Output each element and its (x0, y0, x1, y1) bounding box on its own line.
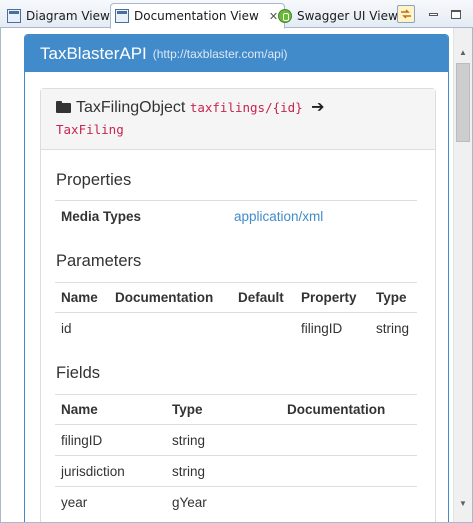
tab-documentation-view[interactable]: Documentation View ✕ (110, 3, 286, 29)
table-row: id filingID string (55, 312, 417, 344)
resource-name: TaxFilingObject (76, 99, 186, 116)
scroll-up-icon[interactable]: ▲ (454, 44, 472, 61)
table-row: filingID string (55, 424, 417, 456)
table-cell (281, 424, 417, 456)
folder-icon (56, 101, 71, 113)
table-cell: id (55, 312, 109, 344)
media-type-link[interactable]: application/xml (234, 209, 323, 224)
tab-label: Documentation View (134, 9, 259, 23)
column-header: Type (166, 394, 281, 425)
table-cell: year (55, 486, 166, 518)
maximize-icon (451, 9, 461, 19)
tab-diagram-view[interactable]: Diagram View (3, 3, 110, 28)
api-panel-heading: TaxBlasterAPI (http://taxblaster.com/api… (25, 35, 448, 72)
tab-swagger-ui-view[interactable]: Swagger UI View (274, 3, 398, 28)
table-row: jurisdiction string (55, 455, 417, 487)
table-cell: string (166, 424, 281, 456)
link-with-editor-button[interactable] (397, 5, 415, 23)
table-cell: gYear (166, 486, 281, 518)
resource-path: taxfilings/{id} (189, 100, 303, 115)
properties-table: Media Types application/xml (55, 200, 417, 232)
column-header: Documentation (109, 282, 232, 313)
column-header: Type (370, 282, 417, 313)
table-cell (232, 312, 295, 344)
scroll-thumb[interactable] (456, 63, 470, 142)
column-header: Documentation (281, 394, 417, 425)
fields-heading: Fields (56, 364, 101, 382)
resource-type: TaxFiling (56, 122, 124, 137)
vertical-scrollbar[interactable]: ▲ ▼ (453, 28, 472, 522)
arrow-right-icon: ➔ (311, 99, 325, 116)
minimize-button[interactable] (424, 5, 442, 23)
tab-label: Swagger UI View (297, 8, 398, 23)
column-header: Name (55, 282, 109, 313)
diagram-view-icon (7, 8, 21, 23)
table-cell: filingID (295, 312, 370, 344)
resource-panel: TaxFilingObject taxfilings/{id} ➔ TaxFil… (40, 88, 436, 522)
column-header: Name (55, 394, 166, 425)
table-cell (281, 486, 417, 518)
table-row: Media Types application/xml (55, 200, 417, 232)
parameters-heading: Parameters (56, 252, 142, 270)
editor-tab-bar: Diagram View Documentation View ✕ Swagge… (0, 0, 473, 29)
table-cell (281, 455, 417, 487)
api-title: TaxBlasterAPI (40, 43, 147, 63)
minimize-icon (428, 12, 438, 16)
fields-table: Name Type Documentation filingID string … (55, 394, 417, 518)
table-cell: jurisdiction (55, 455, 166, 487)
table-cell: filingID (55, 424, 166, 456)
scroll-down-icon[interactable]: ▼ (454, 495, 472, 512)
table-header-row: Name Type Documentation (55, 394, 417, 425)
api-url: (http://taxblaster.com/api) (152, 46, 288, 61)
column-header: Property (295, 282, 370, 313)
table-header-row: Name Documentation Default Property Type (55, 282, 417, 313)
table-cell: string (370, 312, 417, 344)
table-cell (109, 312, 232, 344)
table-row: year gYear (55, 486, 417, 518)
table-cell: string (166, 455, 281, 487)
property-value: application/xml (228, 200, 417, 232)
maximize-button[interactable] (447, 5, 465, 23)
property-key: Media Types (55, 200, 228, 232)
api-panel: TaxBlasterAPI (http://taxblaster.com/api… (24, 34, 449, 522)
swagger-icon (278, 8, 292, 23)
link-with-editor-icon (401, 9, 411, 19)
tab-label: Diagram View (26, 8, 110, 23)
resource-heading: TaxFilingObject taxfilings/{id} ➔ TaxFil… (41, 89, 435, 150)
documentation-view-icon (115, 9, 129, 23)
properties-heading: Properties (56, 171, 132, 189)
parameters-table: Name Documentation Default Property Type… (55, 282, 417, 344)
column-header: Default (232, 282, 295, 313)
documentation-view-content: TaxBlasterAPI (http://taxblaster.com/api… (0, 28, 473, 523)
